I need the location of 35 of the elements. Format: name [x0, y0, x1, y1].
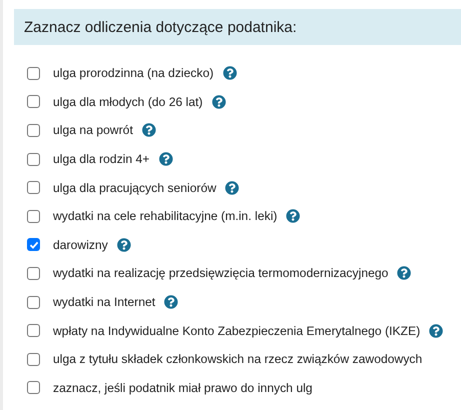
checkbox[interactable] [27, 124, 40, 137]
option-label: ulga na powrót [53, 123, 133, 138]
option-label: ulga prorodzinna (na dziecko) [53, 66, 214, 80]
option-label: wydatki na Internet [53, 295, 156, 310]
checkbox[interactable] [27, 352, 40, 366]
help-icon[interactable] [222, 66, 237, 80]
help-icon[interactable] [429, 324, 444, 338]
checkbox[interactable] [27, 66, 40, 80]
checkbox[interactable] [27, 381, 40, 394]
checkbox[interactable] [27, 95, 40, 108]
help-icon[interactable] [116, 238, 131, 252]
checkbox[interactable] [27, 181, 40, 194]
option-label: wydatki na cele rehabilitacyjne (m.in. leki) [53, 209, 278, 224]
option-label: ulga dla rodzin 4+ [53, 152, 150, 166]
help-icon[interactable] [142, 123, 156, 138]
option-label: zaznacz, jeśli podatnik miał prawo do innych ulg [53, 380, 312, 395]
option-label: ulga dla pracujących seniorów [53, 180, 216, 195]
section-title: Zaznacz odliczenia dotyczące podatnika: [24, 18, 297, 36]
checkbox[interactable] [27, 238, 40, 252]
option-label: ulga dla młodych (do 26 lat) [53, 94, 203, 109]
checkbox[interactable] [27, 266, 40, 280]
checkbox[interactable] [27, 210, 40, 223]
option-label: wydatki na realizację przedsięwzięcia termomodernizacyjnego [53, 266, 388, 280]
checkbox[interactable] [27, 296, 40, 309]
help-icon[interactable] [212, 94, 226, 109]
help-icon[interactable] [164, 295, 178, 310]
option-label: darowizny [53, 238, 108, 252]
help-icon[interactable] [286, 209, 300, 224]
option-label: wpłaty na Indywidualne Konto Zabezpieczenia Emerytalnego (IKZE) [53, 324, 420, 338]
checkbox[interactable] [27, 152, 40, 166]
option-label: ulga z tytułu składek członkowskich na rzecz związków zawodowych [53, 352, 422, 366]
help-icon[interactable] [397, 266, 412, 280]
help-icon[interactable] [158, 152, 173, 166]
checkbox[interactable] [27, 324, 40, 338]
help-icon[interactable] [225, 180, 240, 195]
